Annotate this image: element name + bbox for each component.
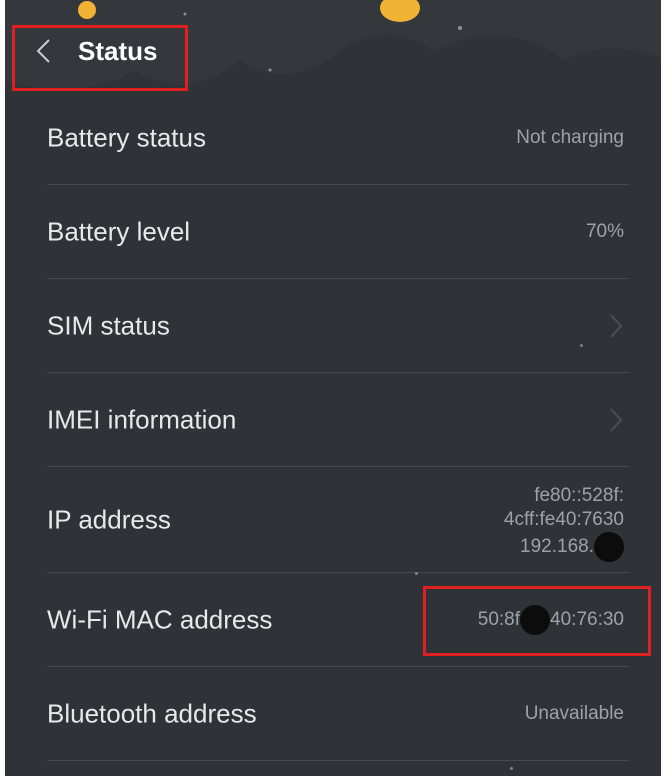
list-item-ip-address: IP address fe80::528f: 4cff:fe40:7630 19… [5, 467, 661, 573]
ip-address-line: fe80::528f: [534, 485, 624, 506]
list-item-battery-status: Battery status Not charging [5, 91, 661, 185]
battery-level-label: Battery level [47, 216, 191, 247]
list-item-wifi-mac-address: Wi-Fi MAC address 50:8f 40:76:30 [5, 573, 661, 667]
list-item-imei-information[interactable]: IMEI information [5, 373, 661, 467]
list-item-sim-status[interactable]: SIM status [5, 279, 661, 373]
page-title: Status [78, 36, 158, 66]
ip-address-line: 4cff:fe40:7630 [503, 509, 624, 530]
wifi-mac-address-label: Wi-Fi MAC address [47, 604, 273, 635]
battery-level-value: 70% [585, 221, 624, 242]
battery-status-label: Battery status [47, 122, 206, 153]
status-screen: Status Battery status Not charging Batte… [5, 0, 661, 776]
decor-dot [415, 572, 418, 575]
chevron-right-icon [610, 314, 623, 338]
sim-status-label: SIM status [47, 310, 170, 341]
wifi-mac-address-value: 50:8f 40:76:30 [478, 605, 624, 635]
mac-suffix: 40:76:30 [550, 609, 624, 631]
battery-status-value: Not charging [516, 127, 624, 148]
list-item-battery-level: Battery level 70% [5, 185, 661, 279]
decor-dot [580, 344, 583, 347]
status-list: Battery status Not charging Battery leve… [5, 91, 661, 761]
app-header: Status [5, 0, 661, 100]
imei-information-label: IMEI information [47, 404, 237, 435]
ip-address-line-text: 192.168. [520, 536, 594, 558]
redaction-mark [594, 532, 624, 562]
redaction-mark [520, 605, 551, 635]
mac-prefix: 50:8f [477, 609, 521, 631]
list-item-bluetooth-address: Bluetooth address Unavailable [5, 667, 661, 761]
divider [47, 760, 629, 761]
bluetooth-address-label: Bluetooth address [47, 698, 257, 729]
ip-address-label: IP address [47, 504, 171, 535]
chevron-right-icon [610, 408, 623, 432]
chevron-left-icon[interactable] [31, 36, 55, 66]
ip-address-line: 192.168. [504, 532, 624, 562]
decor-dot [510, 767, 513, 770]
ip-address-value: fe80::528f: 4cff:fe40:7630 192.168. [503, 484, 624, 562]
bluetooth-address-value: Unavailable [524, 703, 624, 724]
